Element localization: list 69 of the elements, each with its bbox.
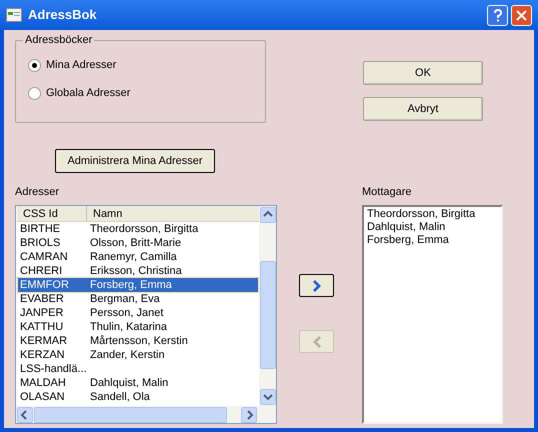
table-cell-text: BRIOLS [19,236,62,250]
manage-addresses-button[interactable]: Administrera Mina Adresser [55,149,215,173]
table-cell-text: BIRTHE [19,222,62,236]
radio-option[interactable]: Mina Adresser [28,58,116,73]
add-button[interactable] [299,274,334,297]
column-header[interactable]: Namn [87,206,259,221]
table-cell-text: LSS-handlä... [19,362,88,376]
table-cell: Ranemyr, Camilla [90,250,177,264]
table-cell-text: OLASAN [19,390,66,404]
table-cell: Theordorsson, Birgitta [90,222,198,236]
horizontal-scrollbar[interactable] [16,406,276,423]
table-cell: Eriksson, Christina [90,264,182,278]
list-row[interactable]: BIRTHE Theordorsson, Birgitta [18,222,258,236]
table-cell-text: EMMFOR [19,278,70,292]
list-row[interactable]: LSS-handlä... [18,362,258,376]
cancel-button[interactable]: Avbryt [363,97,483,121]
close-button[interactable] [511,4,532,26]
chevron-left-icon [312,334,322,348]
table-cell-text: MALDAH [19,376,67,390]
table-cell-text: CAMRAN [19,250,69,264]
table-cell: Zander, Kerstin [90,348,165,362]
help-button[interactable] [487,4,508,26]
vertical-scrollbar[interactable] [259,206,276,406]
scroll-up-button[interactable] [260,207,276,223]
table-cell: Mårtensson, Kerstin [90,334,188,348]
column-header[interactable]: CSS Id [17,206,87,221]
radio-button[interactable] [28,87,41,100]
scroll-thumb[interactable] [260,261,276,369]
chevron-right-icon [312,278,322,292]
scroll-right-button[interactable] [241,406,257,422]
list-row[interactable]: BRIOLS Olsson, Britt-Marie [18,236,258,250]
window-title: AdressBok [28,6,97,24]
table-cell-text: KERMAR [19,334,68,348]
help-icon [492,8,502,22]
window-icon [6,8,22,22]
scroll-left-button[interactable] [17,406,33,422]
scroll-thumb[interactable] [34,406,227,422]
list-row[interactable]: EVABER Bergman, Eva [18,292,258,306]
list-label: Mottagare [362,186,413,200]
list-row[interactable]: KERZAN Zander, Kerstin [18,348,258,362]
list-row[interactable]: JANPER Persson, Janet [18,306,258,320]
table-cell: Bergman, Eva [90,292,160,306]
table-cell: Thulin, Katarina [90,320,168,334]
table-cell: Forsberg, Emma [90,278,172,292]
list-item[interactable]: Theordorsson, Birgitta [367,208,476,221]
table-cell: Dahlquist, Malin [90,376,168,390]
ok-button[interactable]: OK [363,61,483,85]
list-row[interactable]: CHRERI Eriksson, Christina [18,264,258,278]
list-row[interactable]: EMMFOR Forsberg, Emma [18,278,258,292]
list-row[interactable]: MALDAH Dahlquist, Malin [18,376,258,390]
table-cell: Persson, Janet [90,306,164,320]
scroll-down-button[interactable] [260,389,276,405]
list-row[interactable]: CAMRAN Ranemyr, Camilla [18,250,258,264]
list-item[interactable]: Forsberg, Emma [367,234,449,247]
list-row[interactable]: KERMAR Mårtensson, Kerstin [18,334,258,348]
table-cell: Sandell, Ola [90,390,150,404]
table-cell-text: JANPER [19,306,64,320]
table-cell-text: CHRERI [19,264,64,278]
table-cell: Olsson, Britt-Marie [90,236,182,250]
table-cell-text: KATTHU [19,320,64,334]
close-icon [516,10,527,20]
list-row[interactable]: KATTHU Thulin, Katarina [18,320,258,334]
radio-button[interactable] [28,59,41,72]
radio-option[interactable]: Globala Adresser [28,86,130,101]
table-cell-text: EVABER [19,292,65,306]
table-cell-text: KERZAN [19,348,66,362]
list-row[interactable]: OLASAN Sandell, Ola [18,390,258,404]
list-label: Adresser [15,186,60,200]
list-item[interactable]: Dahlquist, Malin [367,221,446,234]
